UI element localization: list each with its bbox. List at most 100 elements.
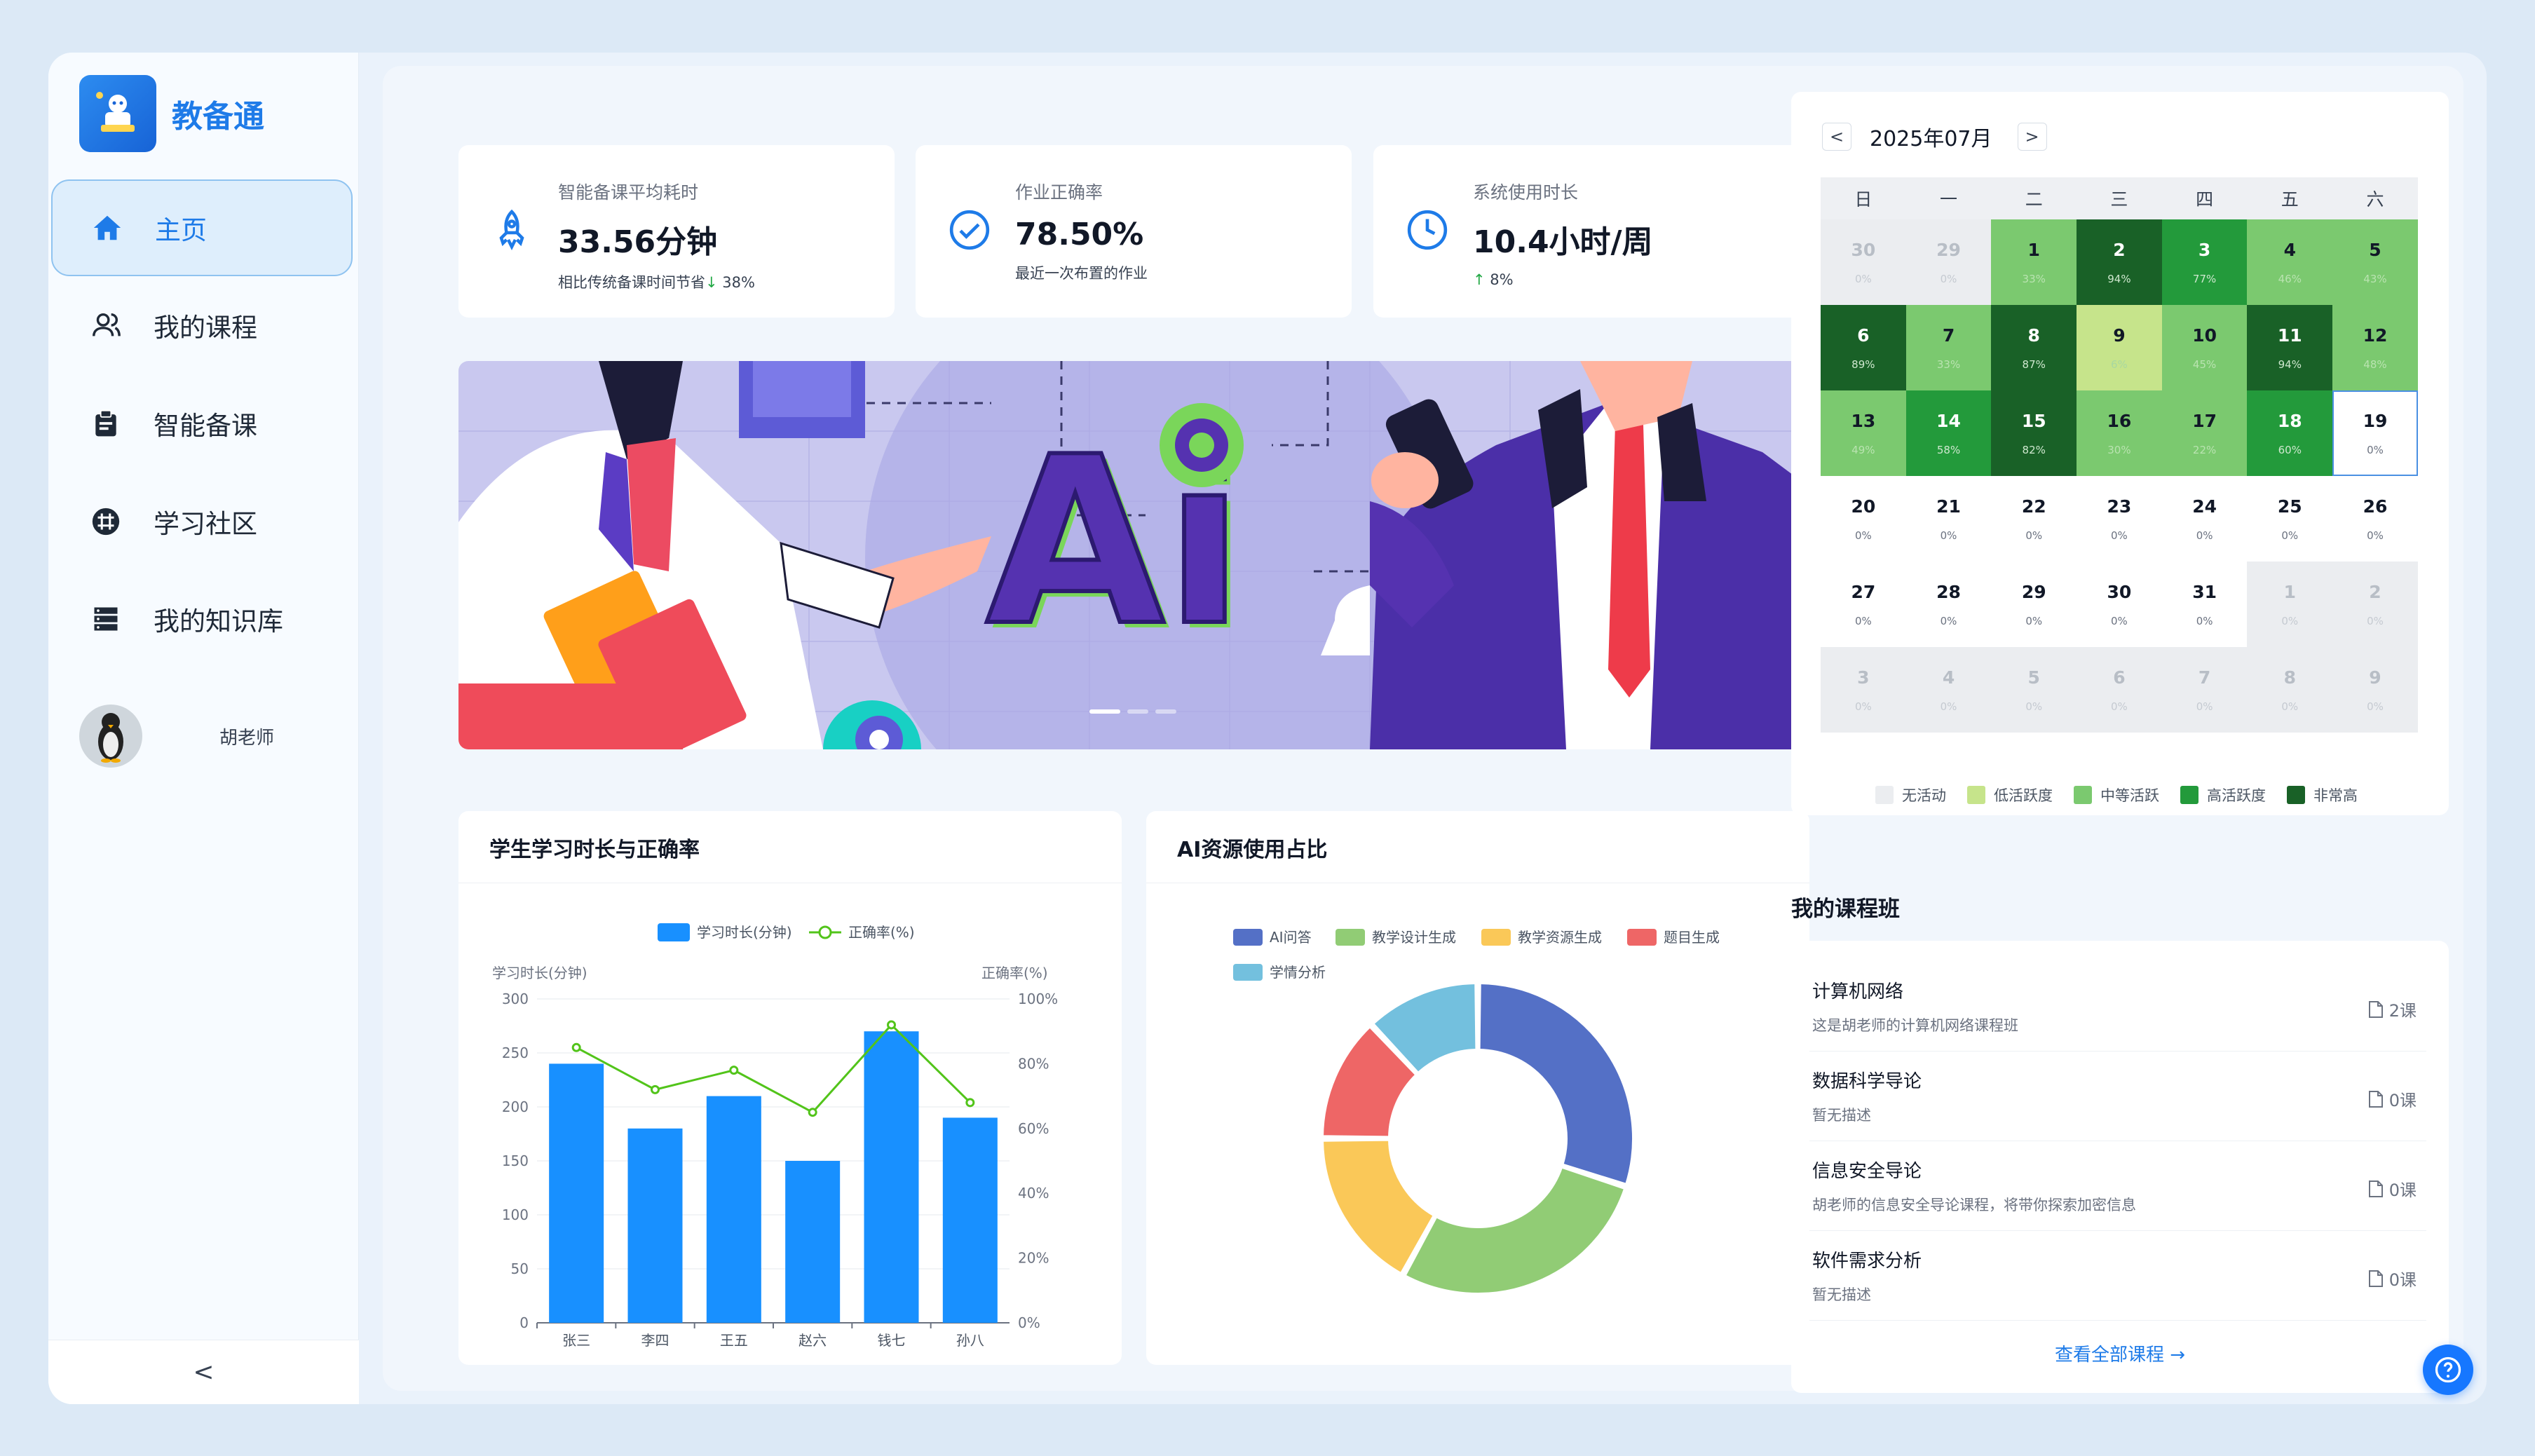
calendar-day[interactable]: 30 0% [1821,219,1906,305]
calendar-day-percent: 82% [2022,443,2046,456]
calendar-day[interactable]: 29 0% [1905,219,1992,305]
calendar-day[interactable]: 6 0% [2077,647,2162,733]
y2-tick-label: 20% [1018,1250,1049,1267]
calendar-day[interactable]: 20 0% [1821,476,1906,562]
calendar-day[interactable]: 22 0% [1991,476,2077,562]
calendar-day[interactable]: 2 0% [2332,562,2418,647]
calendar-day-percent: 0% [1940,529,1957,542]
calendar-day[interactable]: 4 0% [1905,647,1992,733]
chart-legend: 学习时长(分钟) 正确率(%) [658,923,915,941]
calendar-day[interactable]: 16 30% [2077,390,2162,476]
bar-chart-card: 学生学习时长与正确率 学习时长(分钟) 正确率(%) 学习时长(分钟) 正确率(%) 3… [458,811,1122,1365]
calendar-day[interactable]: 7 33% [1905,305,1992,390]
calendar-day-percent: 30% [2107,443,2131,456]
calendar-day[interactable]: 11 94% [2247,305,2333,390]
calendar-day-number: 1 [2027,239,2040,260]
calendar-day[interactable]: 31 0% [2161,562,2248,647]
calendar-day-percent: 0% [2196,700,2213,713]
calendar-legend-item: 非常高 [2287,784,2358,805]
calendar-day[interactable]: 30 0% [2077,562,2162,647]
calendar-day[interactable]: 3 0% [1821,647,1906,733]
calendar-day[interactable]: 4 46% [2247,219,2333,305]
calendar-day[interactable]: 7 0% [2161,647,2248,733]
legend-swatch [1627,929,1657,946]
calendar-day[interactable]: 17 22% [2161,390,2248,476]
banner-illustration: Ai Ai [458,361,1809,749]
legend-label: 中等活跃 [2100,787,2159,804]
calendar-prev-button[interactable]: < [1822,123,1851,151]
legend-swatch [1875,786,1894,804]
calendar-day[interactable]: 29 0% [1991,562,2077,647]
calendar-day-percent: 94% [2107,272,2131,285]
collapse-sidebar-button[interactable]: < [48,1340,359,1404]
calendar-next-button[interactable]: > [2017,123,2047,151]
sidebar-item-label: 智能备课 [154,411,257,441]
calendar-day-number: 29 [2021,581,2046,602]
calendar-day-percent: 49% [1851,443,1875,456]
legend-label: 题目生成 [1664,929,1720,946]
calendar-day[interactable]: 13 49% [1821,390,1906,476]
calendar-grid: 日一二三四五六 30 0% 29 0% 1 33% 2 94% 3 77% 4 46% 5 43% 6 89%… [1821,177,2418,733]
calendar-day-percent: 6% [2111,358,2128,371]
document-icon [2368,1090,2383,1108]
calendar-day-number: 23 [2107,496,2132,517]
calendar-day[interactable]: 26 0% [2332,476,2418,562]
calendar-day-percent: 0% [1854,529,1872,542]
calendar-day[interactable]: 9 6% [2077,305,2162,390]
course-item[interactable]: 数据科学导论 暂无描述 0课 [1809,1052,2426,1141]
legend-label: 非常高 [2313,787,2358,804]
course-item[interactable]: 计算机网络 这是胡老师的计算机网络课程班 2课 [1809,962,2426,1052]
calendar-legend-item: 低活跃度 [1967,784,2053,805]
calendar-day[interactable]: 14 58% [1905,390,1992,476]
calendar-day[interactable]: 9 0% [2332,647,2418,733]
calendar-day[interactable]: 2 94% [2077,219,2162,305]
calendar-day[interactable]: 3 77% [2161,219,2248,305]
y-tick-label: 250 [502,1045,529,1061]
calendar-day[interactable]: 12 48% [2332,305,2418,390]
calendar-day-percent: 22% [2192,443,2217,456]
calendar-day[interactable]: 27 0% [1821,562,1906,647]
calendar-day[interactable]: 24 0% [2161,476,2248,562]
calendar-day[interactable]: 8 87% [1991,305,2077,390]
arrow-down-icon: ↓ [705,274,718,291]
calendar-day[interactable]: 10 45% [2161,305,2248,390]
calendar-day[interactable]: 25 0% [2247,476,2333,562]
calendar-day[interactable]: 18 60% [2247,390,2333,476]
line-point [808,1108,817,1117]
help-button[interactable] [2423,1345,2473,1395]
calendar-day[interactable]: 1 33% [1991,219,2077,305]
user-profile[interactable]: 胡老师 [79,705,274,768]
calendar-day[interactable]: 28 0% [1905,562,1992,647]
clipboard-icon [86,404,125,443]
calendar-day[interactable]: 15 82% [1991,390,2077,476]
course-count-text: 0课 [2388,1091,2417,1110]
sidebar-item-smart-prep[interactable]: 智能备课 [51,375,353,472]
calendar-day[interactable]: 23 0% [2077,476,2162,562]
calendar-day[interactable]: 1 0% [2247,562,2333,647]
legend-swatch [2180,786,2198,804]
calendar-day[interactable]: 6 89% [1821,305,1906,390]
ai-banner[interactable]: Ai Ai [458,361,1809,749]
stat-sub: 相比传统备课时间节省↓ 38% [558,271,755,292]
view-all-courses-link[interactable]: 查看全部课程 → [1791,1340,2449,1366]
donut-slice [1403,1165,1627,1295]
sidebar-item-home[interactable]: 主页 [51,179,353,276]
document-icon [2368,1000,2383,1018]
app-logo[interactable]: 教备通 [79,75,264,152]
calendar-day[interactable]: 8 0% [2247,647,2333,733]
line-point [965,1098,975,1108]
course-item[interactable]: 软件需求分析 暂无描述 0课 [1809,1231,2426,1321]
calendar-day[interactable]: 21 0% [1905,476,1992,562]
calendar-day[interactable]: 5 43% [2332,219,2418,305]
legend-swatch [1967,786,1985,804]
calendar-day[interactable]: 19 0% [2332,390,2418,476]
calendar-day-number: 20 [1851,496,1876,517]
sidebar-item-community[interactable]: 学习社区 [51,473,353,570]
pie-chart: AI问答 教学设计生成 教学资源生成 题目生成学情分析 [1233,929,1720,1295]
calendar-day[interactable]: 5 0% [1991,647,2077,733]
calendar-day-number: 29 [1936,239,1961,260]
sidebar-item-knowledge-base[interactable]: 我的知识库 [51,571,353,667]
course-lesson-count: 0课 [2368,1087,2417,1111]
sidebar-item-my-courses[interactable]: 我的课程 [51,277,353,374]
course-item[interactable]: 信息安全导论 胡老师的信息安全导论课程，将带你探索加密信息 0课 [1809,1141,2426,1231]
